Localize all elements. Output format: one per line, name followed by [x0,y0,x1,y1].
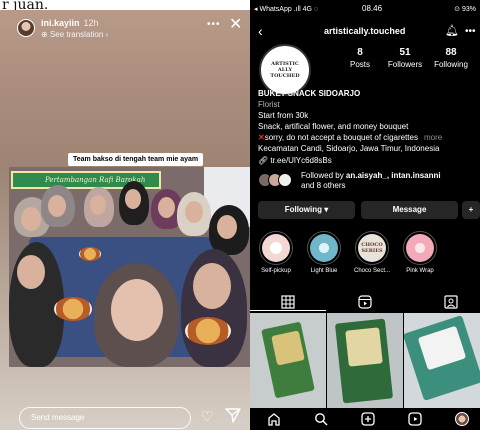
post-grid [250,313,480,408]
status-bar: ◂ WhatsApp .ıll 4G ◌ 08.46 ⊙ 93% [250,0,480,18]
profile-bio: BUKET SNACK SIDOARJO Florist Start from … [258,88,476,154]
send-message-input[interactable]: Send message [19,407,191,429]
story-photo: Pertambangan Rafi Barokah [9,167,250,367]
highlight-cover [406,234,434,262]
bio-more-link[interactable]: more [424,133,442,142]
bio-line-4: Kecamatan Candi, Sidoarjo, Jawa Timur, I… [258,144,440,153]
highlight-self-pickup[interactable]: Self-pickup [256,231,296,274]
bowl-3 [79,247,101,261]
face-4 [90,195,106,215]
bowl-1 [54,297,92,321]
stat-following[interactable]: 88 Following [426,47,476,69]
tagged-icon[interactable] [444,295,458,309]
business-category: Florist [258,100,280,109]
highlight-light-blue[interactable]: Light Blue [304,231,344,274]
chevron-right-icon: › [103,30,109,39]
stat-posts[interactable]: 8 Posts [335,47,385,69]
home-icon[interactable] [267,412,281,426]
add-user-icon: + [468,205,474,214]
highlight-cover [262,234,290,262]
back-arrow-icon[interactable]: ‹ [258,23,263,39]
highlight-cover [310,234,338,262]
paper-plane-icon[interactable] [225,407,241,423]
chevron-down-icon: ▾ [322,205,329,214]
screenshot-collage: r juan. ini.kayiin 12h ⊕ See translation … [0,0,480,430]
face-7 [185,201,203,223]
profile-tabs [250,290,480,312]
story-header: ini.kayiin 12h ⊕ See translation › ••• ✕ [0,10,250,50]
face-10 [193,263,231,309]
grid-post-2[interactable] [327,313,403,408]
grid-icon[interactable] [281,295,295,309]
business-name: BUKET SNACK SIDOARJO [258,89,361,98]
follower-avatar-3 [278,173,292,187]
heart-icon[interactable]: ♡ [201,408,214,425]
close-icon[interactable]: ✕ [229,14,242,34]
highlight-cover: CHOCO SERIES [358,234,386,262]
followed-by[interactable]: Followed by an.aisyah_, intan.insanni an… [258,171,478,193]
globe-icon: ⊕ [41,30,50,39]
highlight-pink-wrap[interactable]: Pink Wrap [400,231,440,274]
cut-off-text: r juan. [2,0,49,10]
bio-line-3: ✕sorry, do not accept a bouquet of cigar… [258,133,443,142]
status-time: 08.46 [362,4,383,13]
story-footer: Send message ♡ [0,405,250,430]
bowl-2 [185,317,231,345]
highlight-choco-series[interactable]: CHOCO SERIES Choco Sect... [352,231,392,274]
bio-line-1: Start from 30k [258,111,309,120]
grid-post-3[interactable] [404,313,480,408]
face-9 [111,279,163,341]
bio-line-2: Snack, artifical flower, and money bouqu… [258,122,409,131]
bell-icon[interactable]: 🔔︎ [445,24,459,37]
add-user-button[interactable]: + [462,201,480,219]
face-3 [48,195,66,217]
following-button[interactable]: Following ▾ [258,201,355,219]
face-5 [125,189,141,209]
story-caption: Team bakso di tengah team mie ayam [68,153,204,166]
status-left: ◂ WhatsApp .ıll 4G ◌ [254,6,319,13]
instagram-profile: ◂ WhatsApp .ıll 4G ◌ 08.46 ⊙ 93% ‹ artis… [250,0,480,430]
see-translation-link[interactable]: ⊕ See translation › [41,30,108,39]
bottom-nav [250,408,480,430]
battery-status: ⊙ 93% [454,6,476,13]
face-6 [158,197,175,218]
search-icon[interactable] [314,412,328,426]
story-time: 12h [83,18,99,28]
face-8 [217,215,237,239]
story-username[interactable]: ini.kayiin 12h [41,18,99,28]
cross-mark-icon: ✕ [258,133,265,142]
more-dots-icon[interactable]: ••• [207,19,221,30]
profile-avatar-icon[interactable] [455,412,469,426]
more-dots-icon[interactable]: ••• [465,26,476,37]
profile-handle: artistically.touched [324,26,406,36]
new-post-icon[interactable] [361,412,375,426]
reels-icon[interactable] [358,295,372,309]
link-icon: 🔗︎ [258,156,271,165]
profile-link[interactable]: 🔗︎ tr.ee/UlYc6d8sBs [258,156,332,165]
followed-by-text: Followed by an.aisyah_, intan.insanni an… [301,171,441,190]
face-1 [17,255,45,289]
reels-nav-icon[interactable] [408,412,422,426]
message-button[interactable]: Message [361,201,458,219]
story-viewer: ini.kayiin 12h ⊕ See translation › ••• ✕ … [0,10,250,430]
story-avatar[interactable] [17,19,35,37]
stat-followers[interactable]: 51 Followers [380,47,430,69]
active-tab-indicator [250,310,326,311]
grid-post-1[interactable] [250,313,326,408]
face-2 [21,207,41,231]
